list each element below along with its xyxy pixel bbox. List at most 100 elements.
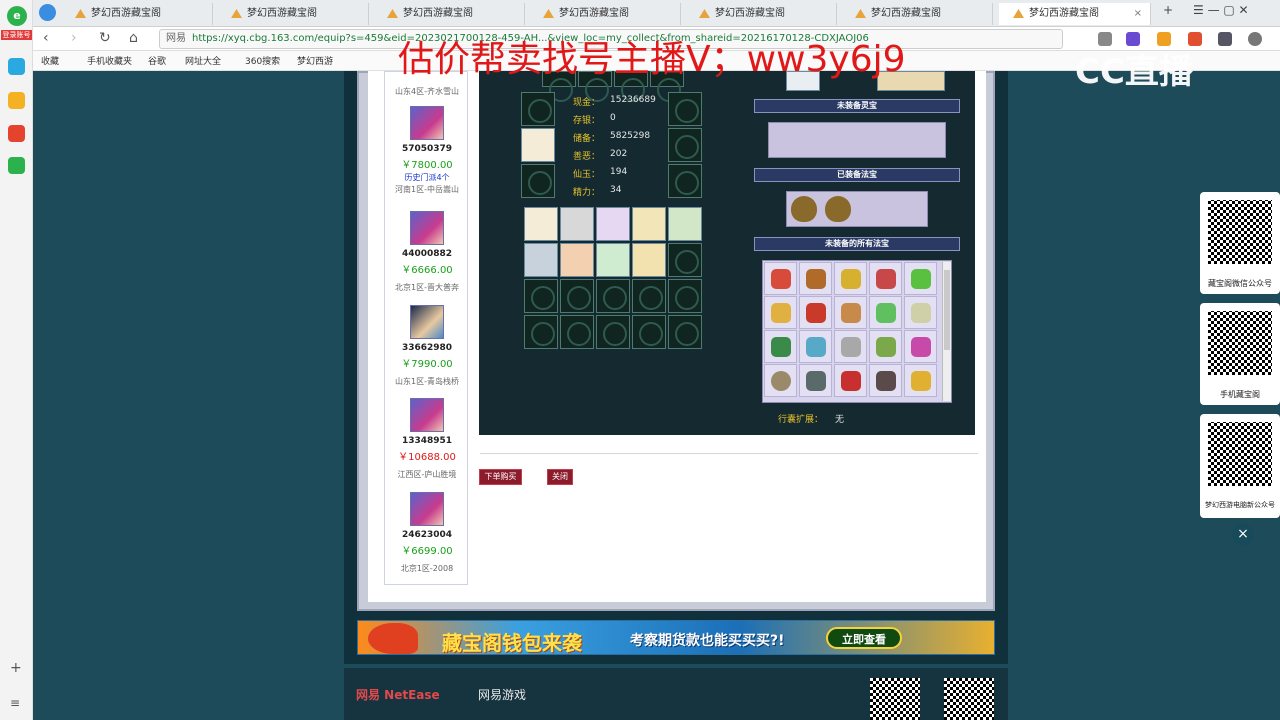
inventory-item[interactable] — [524, 207, 558, 241]
list-item[interactable]: 33662980 ￥7990.00 山东1区-青岛栈桥 — [385, 305, 469, 387]
bookmark-item[interactable]: 360搜索 — [245, 54, 280, 67]
tab-7-active[interactable]: 梦幻西游藏宝阁 × — [999, 3, 1151, 25]
inventory-item[interactable] — [596, 207, 630, 241]
item-slot[interactable] — [668, 128, 702, 162]
netease-logo[interactable]: 网易 NetEase — [356, 686, 440, 703]
fabao-item[interactable] — [764, 262, 797, 295]
inventory-slot[interactable] — [560, 279, 594, 313]
inventory-slot[interactable] — [632, 315, 666, 349]
banner-cta-button[interactable]: 立即查看 — [826, 627, 902, 649]
location-icon[interactable] — [39, 4, 56, 21]
tab-6[interactable]: 梦幻西游藏宝阁 — [841, 3, 993, 25]
inventory-slot[interactable] — [560, 315, 594, 349]
fabao-item[interactable] — [834, 296, 867, 329]
window-controls-icon[interactable]: ☰ — ▢ ✕ — [1193, 3, 1249, 17]
fabao-item[interactable] — [764, 364, 797, 397]
tab-2[interactable]: 梦幻西游藏宝阁 — [217, 3, 369, 25]
scroll-thumb[interactable] — [944, 270, 950, 350]
fabao-item[interactable] — [869, 296, 902, 329]
inventory-item[interactable] — [560, 243, 594, 277]
item-slot[interactable] — [521, 92, 555, 126]
forward-icon[interactable]: › — [71, 30, 77, 46]
fabao-item[interactable] — [799, 364, 832, 397]
list-item[interactable]: 44000882 ￥6666.00 北京1区-晋大普奔 — [385, 211, 469, 293]
inventory-item[interactable] — [668, 207, 702, 241]
tab-4[interactable]: 梦幻西游藏宝阁 — [529, 3, 681, 25]
tab-1[interactable]: 梦幻西游藏宝阁 — [61, 3, 213, 25]
avatar[interactable] — [410, 106, 444, 140]
tab-3[interactable]: 梦幻西游藏宝阁 — [373, 3, 525, 25]
bookmark-item[interactable]: 梦幻西游 — [297, 54, 333, 67]
inventory-slot[interactable] — [668, 243, 702, 277]
fabao-item[interactable] — [904, 364, 937, 397]
bookmark-item[interactable]: 谷歌 — [148, 54, 166, 67]
fabao-item[interactable] — [764, 330, 797, 363]
qr-card[interactable]: 手机藏宝阁 — [1200, 303, 1280, 405]
fabao-item[interactable] — [904, 262, 937, 295]
weapon-slot[interactable] — [521, 128, 555, 162]
promo-banner[interactable]: 藏宝阁钱包来袭 考察期货款也能买买买?! 立即查看 — [357, 620, 995, 655]
list-item[interactable]: 24623004 ￥6699.00 北京1区-2008 — [385, 492, 469, 574]
reload-icon[interactable]: ↻ — [99, 30, 111, 46]
new-tab-icon[interactable]: + — [1163, 3, 1173, 17]
seller-history[interactable]: 历史门派4个 — [385, 172, 469, 183]
inventory-slot[interactable] — [524, 279, 558, 313]
qr-card[interactable]: 梦幻西游电脑新公众号 — [1200, 414, 1280, 518]
home-icon[interactable]: ⌂ — [129, 30, 138, 46]
buy-button[interactable]: 下单购买 — [479, 469, 522, 485]
inventory-item[interactable] — [524, 243, 558, 277]
netease-games-logo[interactable]: 网易游戏 — [478, 686, 526, 703]
settings-icon[interactable] — [1248, 32, 1262, 46]
fabao-scrollbar[interactable] — [942, 262, 951, 401]
bookmark-item[interactable]: 收藏 — [41, 54, 59, 67]
bookmark-item[interactable]: 手机收藏夹 — [87, 54, 132, 67]
bookmark-item[interactable]: 网址大全 — [185, 54, 221, 67]
mail-icon[interactable] — [8, 157, 25, 174]
fabao-item[interactable] — [834, 262, 867, 295]
close-tab-icon[interactable]: × — [1134, 3, 1142, 25]
fabao-item[interactable] — [869, 330, 902, 363]
fabao-bag-icon[interactable] — [825, 196, 851, 222]
list-item[interactable]: 13348951 ￥10688.00 江西区-庐山胜境 — [385, 398, 469, 480]
avatar[interactable] — [410, 398, 444, 432]
item-slot[interactable] — [521, 164, 555, 198]
menu-icon[interactable]: ≡ — [10, 696, 20, 710]
add-icon[interactable]: + — [10, 660, 22, 676]
list-item[interactable]: 山东4区-齐水雪山 — [385, 80, 469, 97]
fabao-item[interactable] — [869, 262, 902, 295]
avatar[interactable] — [410, 211, 444, 245]
weibo-icon[interactable] — [8, 125, 25, 142]
inventory-slot[interactable] — [668, 315, 702, 349]
back-icon[interactable]: ‹ — [43, 30, 49, 46]
avatar[interactable] — [410, 492, 444, 526]
login-label[interactable]: 登录账号 — [1, 30, 32, 40]
inventory-slot[interactable] — [596, 279, 630, 313]
fabao-item[interactable] — [799, 262, 832, 295]
plus-icon[interactable] — [8, 58, 25, 75]
list-item[interactable]: 57050379 ￥7800.00 历史门派4个 河南1区-中岳嵩山 — [385, 106, 469, 195]
inventory-item[interactable] — [632, 243, 666, 277]
inventory-item[interactable] — [560, 207, 594, 241]
fabao-item[interactable] — [869, 364, 902, 397]
fabao-item[interactable] — [904, 330, 937, 363]
tab-5[interactable]: 梦幻西游藏宝阁 — [685, 3, 837, 25]
item-slot[interactable] — [668, 164, 702, 198]
apps-icon[interactable] — [1218, 32, 1232, 46]
star-icon[interactable] — [8, 92, 25, 109]
inventory-item[interactable] — [596, 243, 630, 277]
inventory-slot[interactable] — [596, 315, 630, 349]
inventory-slot[interactable] — [632, 279, 666, 313]
fabao-item[interactable] — [834, 330, 867, 363]
inventory-slot[interactable] — [668, 279, 702, 313]
avatar[interactable] — [410, 305, 444, 339]
fabao-item[interactable] — [904, 296, 937, 329]
item-slot[interactable] — [668, 92, 702, 126]
close-icon[interactable]: × — [1232, 524, 1254, 546]
inventory-slot[interactable] — [524, 315, 558, 349]
inventory-item[interactable] — [632, 207, 666, 241]
close-button[interactable]: 关闭 — [547, 469, 573, 485]
fabao-bag-icon[interactable] — [791, 196, 817, 222]
fabao-item[interactable] — [799, 296, 832, 329]
fabao-item[interactable] — [799, 330, 832, 363]
qr-card[interactable]: 藏宝阁微信公众号 — [1200, 192, 1280, 294]
